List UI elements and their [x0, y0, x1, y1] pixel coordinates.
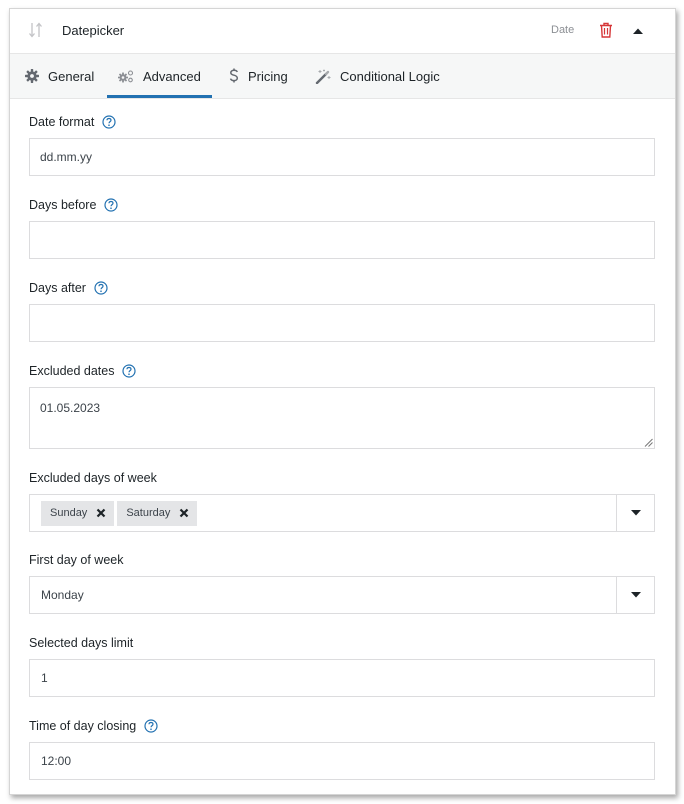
gear-icon [25, 69, 39, 83]
gears-icon [118, 69, 134, 82]
excluded-days-of-week-select[interactable]: Sunday Saturday [29, 494, 655, 532]
first-day-of-week-select[interactable]: Monday [29, 576, 655, 614]
chip-sunday: Sunday [41, 500, 115, 526]
help-icon[interactable] [122, 364, 137, 378]
panel-header[interactable]: Datepicker Date [10, 9, 675, 54]
help-icon[interactable] [102, 115, 116, 129]
excluded-days-of-week-label: Excluded days of week [29, 471, 157, 485]
days-before-input[interactable] [29, 221, 655, 259]
chip-label: Saturday [126, 507, 171, 519]
excluded-dates-field: Excluded dates 01.05.2023 [29, 362, 656, 449]
days-after-label: Days after [29, 281, 86, 295]
collapse-arrow-up-icon[interactable] [633, 28, 643, 34]
tab-conditional-logic-label: Conditional Logic [340, 68, 440, 84]
help-icon[interactable] [144, 719, 158, 733]
dollar-icon [229, 68, 239, 83]
tab-general[interactable]: General [25, 54, 94, 98]
chevron-down-icon [630, 510, 641, 516]
time-of-day-closing-label: Time of day closing [29, 719, 137, 733]
selected-days-limit-label: Selected days limit [29, 636, 134, 650]
time-of-day-closing-field: Time of day closing 12:00 [29, 717, 656, 780]
sort-handle-icon[interactable] [28, 21, 44, 39]
days-after-input[interactable] [29, 304, 655, 342]
date-format-input[interactable]: dd.mm.yy [29, 138, 655, 176]
time-of-day-closing-input[interactable]: 12:00 [29, 742, 655, 780]
days-before-label: Days before [29, 198, 97, 212]
days-after-field: Days after [29, 279, 656, 342]
chip-saturday: Saturday [117, 500, 198, 526]
first-day-of-week-label: First day of week [29, 553, 124, 567]
days-before-field: Days before [29, 196, 656, 259]
resize-handle-icon[interactable] [644, 438, 653, 447]
chip-label: Sunday [50, 507, 88, 519]
field-title: Datepicker [62, 23, 125, 38]
tab-conditional-logic[interactable]: Conditional Logic [315, 54, 440, 98]
magic-wand-icon [315, 69, 331, 84]
tab-pricing-label: Pricing [248, 68, 288, 84]
selected-days-limit-field: Selected days limit 1 [29, 634, 656, 697]
chevron-down-icon [630, 592, 641, 598]
trash-icon[interactable] [599, 22, 613, 38]
dropdown-toggle[interactable] [616, 495, 654, 531]
excluded-dates-label: Excluded dates [29, 364, 115, 378]
date-format-field: Date format dd.mm.yy [29, 113, 656, 176]
field-type-label: Date [551, 24, 575, 36]
excluded-dates-textarea[interactable]: 01.05.2023 [29, 387, 655, 449]
close-icon[interactable] [179, 508, 189, 518]
close-icon[interactable] [96, 508, 106, 518]
dropdown-toggle[interactable] [616, 577, 654, 613]
help-icon[interactable] [104, 198, 119, 212]
first-day-of-week-value: Monday [41, 588, 84, 602]
datepicker-field-panel: Datepicker Date General Advanced Pricing… [9, 8, 676, 795]
excluded-days-of-week-field: Excluded days of week Sunday Saturday [29, 469, 656, 532]
selected-days-limit-input[interactable]: 1 [29, 659, 655, 697]
tab-bar: General Advanced Pricing Conditional Log… [10, 54, 675, 99]
selected-chips: Sunday Saturday [30, 500, 198, 526]
first-day-of-week-field: First day of week Monday [29, 551, 656, 614]
tab-advanced-label: Advanced [143, 68, 201, 84]
excluded-dates-value: 01.05.2023 [40, 401, 101, 415]
tab-general-label: General [48, 68, 95, 84]
tab-pricing[interactable]: Pricing [229, 54, 288, 98]
tab-advanced[interactable]: Advanced [107, 54, 212, 98]
date-format-label: Date format [29, 115, 95, 129]
help-icon[interactable] [94, 281, 108, 295]
